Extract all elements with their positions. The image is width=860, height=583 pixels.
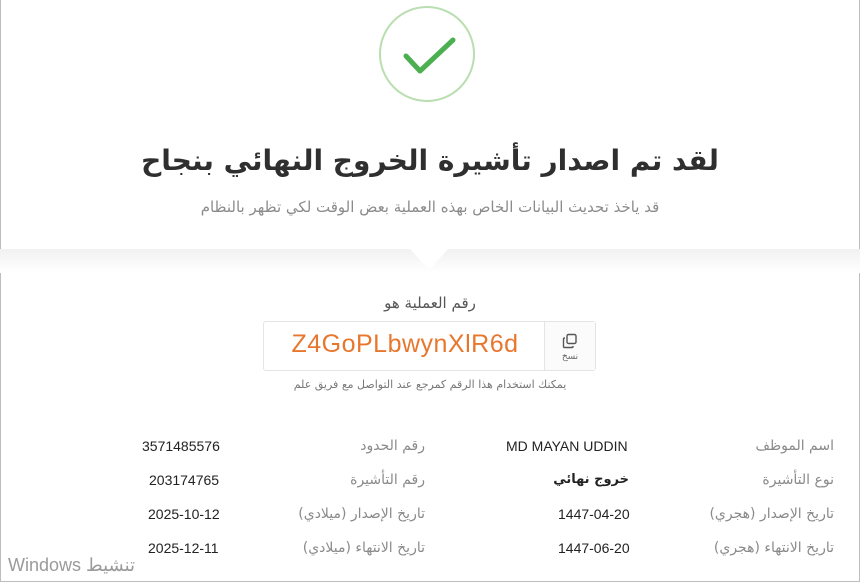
border-number-value: 3571485576 [142, 438, 220, 454]
success-title: لقد تم اصدار تأشيرة الخروج النهائي بنجاح [141, 144, 719, 177]
visa-number-value: 203174765 [149, 472, 220, 488]
expiry-date-hijri-value: 1447-06-20 [558, 540, 630, 556]
copy-label: نسخ [561, 352, 579, 362]
visa-type-value: خروج نهائي [553, 472, 629, 487]
expiry-date-gregorian-value: 2025-12-11 [148, 540, 219, 556]
border-number-label: رقم الحدود [360, 438, 425, 454]
transaction-number-label: رقم العملية هو [384, 294, 476, 312]
issue-date-gregorian-value: 2025-10-12 [148, 506, 220, 522]
expiry-date-hijri-label: تاريخ الانتهاء (هجري) [713, 540, 834, 556]
copy-button[interactable]: نسخ [544, 322, 595, 370]
success-check-icon [379, 6, 475, 102]
visa-type-label: نوع التأشيرة [762, 472, 834, 488]
windows-activation-watermark: Windows تنشيط [8, 555, 136, 575]
issue-date-gregorian-label: تاريخ الإصدار (ميلادي) [298, 506, 425, 522]
issue-date-hijri-value: 1447-04-20 [558, 506, 630, 522]
success-subtitle: قد ياخذ تحديث البيانات الخاص بهذه العملي… [200, 198, 660, 216]
copy-icon [562, 333, 577, 349]
transaction-number-box: Z4GoPLbwynXlR6d نسخ [263, 321, 596, 371]
visa-number-label: رقم التأشيرة [350, 472, 425, 488]
expiry-date-gregorian-label: تاريخ الانتهاء (ميلادي) [302, 540, 425, 556]
divider-notch [410, 249, 448, 270]
transaction-number: Z4GoPLbwynXlR6d [291, 330, 519, 358]
issue-date-hijri-label: تاريخ الإصدار (هجري) [709, 506, 834, 522]
employee-name-label: اسم الموظف [755, 438, 834, 454]
employee-name-value: MD MAYAN UDDIN [506, 438, 628, 454]
transaction-hint: يمكنك استخدام هذا الرقم كمرجع عند التواص… [293, 378, 567, 391]
